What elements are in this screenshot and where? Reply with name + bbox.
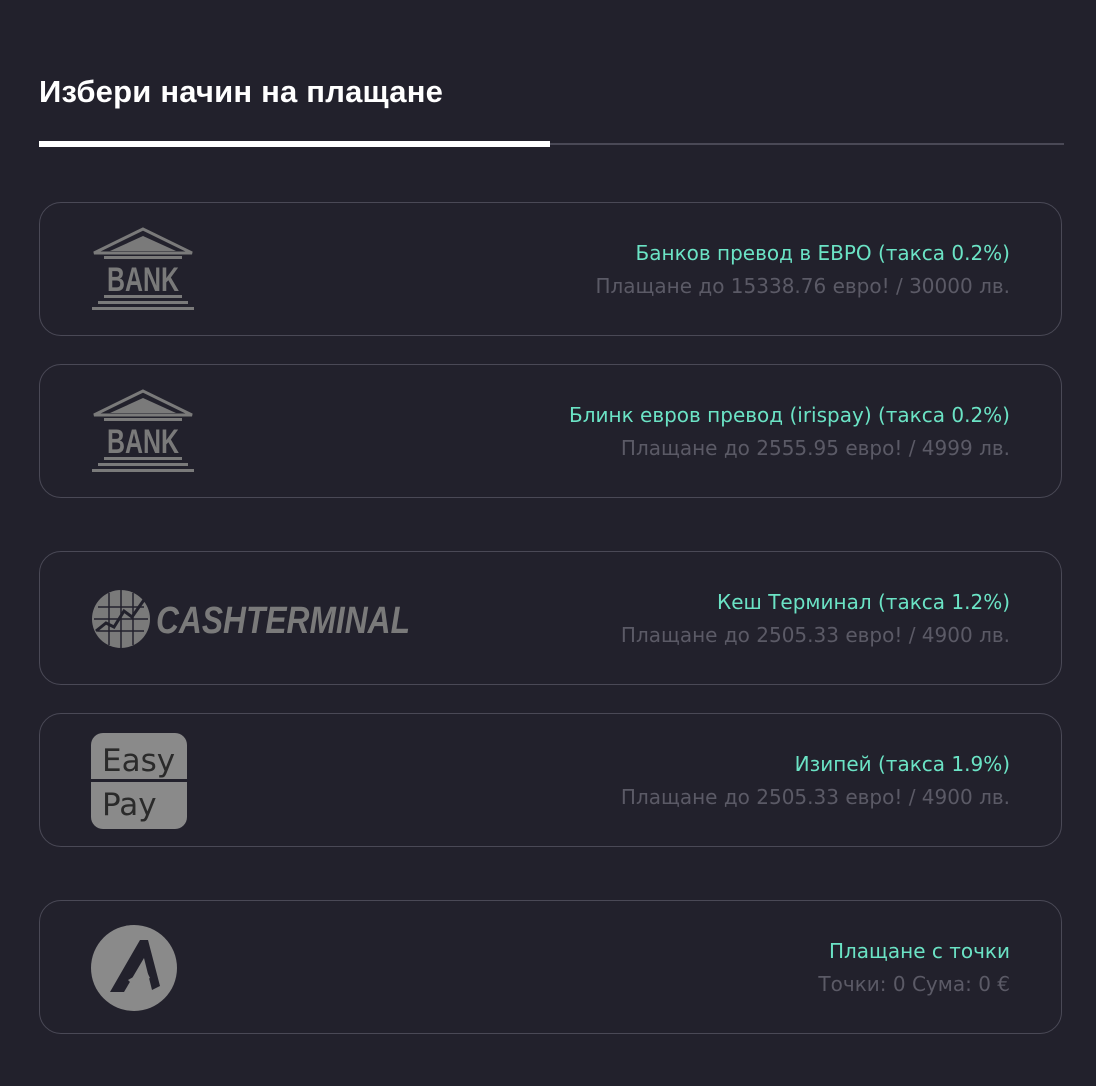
- payment-method-points[interactable]: Плащане с точки Точки: 0 Сума: 0 €: [39, 900, 1062, 1034]
- payment-method-limit: Плащане до 2505.33 евро! / 4900 лв.: [620, 623, 1010, 647]
- cashterminal-logo-icon: CASHTERMINAL: [90, 552, 414, 686]
- payment-method-bank-transfer-eur[interactable]: BANK Банков превод в ЕВРО (такса 0.2%) П…: [39, 202, 1062, 336]
- svg-text:CASHTERMINAL: CASHTERMINAL: [156, 600, 410, 642]
- points-logo-icon: [90, 901, 178, 1035]
- page-title: Избери начин на плащане: [39, 74, 444, 109]
- payment-method-page: Избери начин на плащане BANK Банков прев…: [0, 0, 1096, 1086]
- tab-underline-active: [39, 141, 550, 147]
- svg-text:Easy: Easy: [102, 743, 175, 779]
- payment-method-easypay[interactable]: Easy Pay Изипей (такса 1.9%) Плащане до …: [39, 713, 1062, 847]
- payment-method-title: Кеш Терминал (такса 1.2%): [717, 590, 1010, 614]
- payment-method-title: Плащане с точки: [828, 939, 1010, 963]
- points-balance: Точки: 0 Сума: 0 €: [818, 972, 1010, 996]
- payment-method-title: Банков превод в ЕВРО (такса 0.2%): [635, 241, 1010, 265]
- payment-method-title: Изипей (такса 1.9%): [794, 752, 1010, 776]
- payment-method-limit: Плащане до 2505.33 евро! / 4900 лв.: [620, 785, 1010, 809]
- payment-method-limit: Плащане до 2555.95 евро! / 4999 лв.: [620, 436, 1010, 460]
- bank-logo-icon: BANK: [90, 203, 196, 337]
- svg-text:Pay: Pay: [102, 787, 157, 823]
- payment-method-cash-terminal[interactable]: CASHTERMINAL Кеш Терминал (такса 1.2%) П…: [39, 551, 1062, 685]
- easypay-logo-icon: Easy Pay: [90, 714, 188, 848]
- bank-logo-icon: BANK: [90, 365, 196, 499]
- payment-method-limit: Плащане до 15338.76 евро! / 30000 лв.: [595, 274, 1010, 298]
- payment-method-blink-transfer[interactable]: BANK Блинк евров превод (irispay) (такса…: [39, 364, 1062, 498]
- svg-text:BANK: BANK: [107, 423, 179, 461]
- svg-text:BANK: BANK: [107, 261, 179, 299]
- payment-method-title: Блинк евров превод (irispay) (такса 0.2%…: [569, 403, 1010, 427]
